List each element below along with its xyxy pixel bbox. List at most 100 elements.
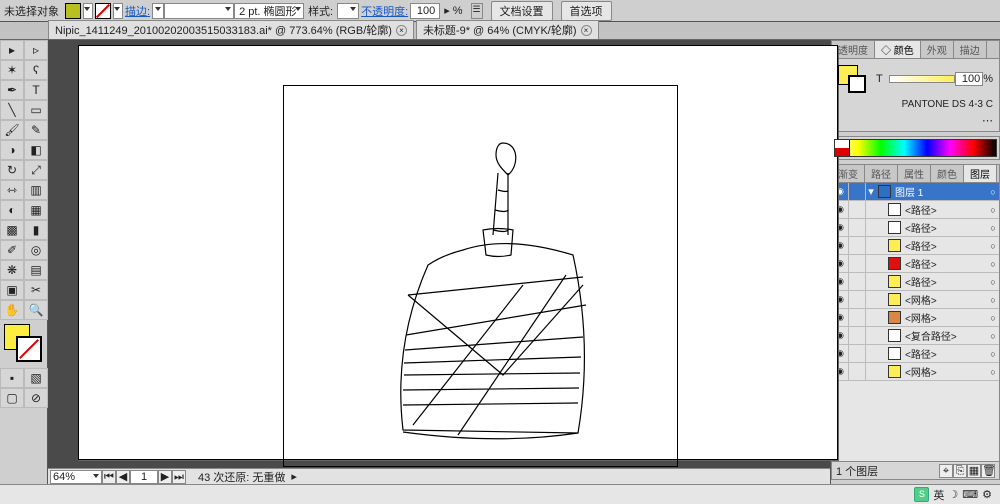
- lock-toggle[interactable]: [849, 273, 866, 290]
- lock-toggle[interactable]: [849, 219, 866, 236]
- fill-swatch[interactable]: [65, 3, 81, 19]
- pen-tool[interactable]: ✒: [0, 80, 24, 100]
- zoom-tool[interactable]: 🔍: [24, 300, 48, 320]
- fill-stroke-control[interactable]: [4, 324, 43, 366]
- close-icon[interactable]: ×: [581, 25, 592, 36]
- sogou-icon[interactable]: S: [914, 487, 929, 502]
- settings-icon[interactable]: ⚙: [982, 488, 992, 501]
- slice-tool[interactable]: ✂: [24, 280, 48, 300]
- target-icon[interactable]: ○: [987, 187, 999, 197]
- selection-tool[interactable]: ▸: [0, 40, 24, 60]
- layer-name[interactable]: <网格>: [903, 364, 987, 379]
- lock-toggle[interactable]: [849, 363, 866, 380]
- prev-artboard-button[interactable]: ◀: [116, 470, 130, 484]
- lock-toggle[interactable]: [849, 201, 866, 218]
- lock-toggle[interactable]: [849, 237, 866, 254]
- target-icon[interactable]: ○: [987, 313, 999, 323]
- layer-row[interactable]: ◉<网格>○: [832, 291, 999, 309]
- lock-toggle[interactable]: [849, 291, 866, 308]
- layer-row[interactable]: ◉▾图层 1○: [832, 183, 999, 201]
- eraser-tool[interactable]: ◧: [24, 140, 48, 160]
- locate-layer-button[interactable]: ⌖: [939, 464, 953, 478]
- layer-row[interactable]: ◉<网格>○: [832, 363, 999, 381]
- layer-name[interactable]: <路径>: [903, 256, 987, 271]
- layer-name[interactable]: <路径>: [903, 346, 987, 361]
- layer-row[interactable]: ◉<路径>○: [832, 201, 999, 219]
- close-icon[interactable]: ×: [396, 25, 407, 36]
- lock-toggle[interactable]: [849, 309, 866, 326]
- lasso-tool[interactable]: ʕ: [24, 60, 48, 80]
- color-mode[interactable]: ▪: [0, 368, 24, 388]
- delete-layer-button[interactable]: 🗑: [981, 464, 995, 478]
- tint-value[interactable]: 100: [955, 72, 983, 86]
- opacity-label-link[interactable]: 不透明度:: [361, 3, 408, 19]
- tab-attributes[interactable]: 属性: [898, 165, 931, 182]
- graph-tool[interactable]: ▤: [24, 260, 48, 280]
- document-tab[interactable]: Nipic_1411249_20100202003515033183.ai* @…: [48, 20, 414, 39]
- pencil-tool[interactable]: ✎: [24, 120, 48, 140]
- keyboard-icon[interactable]: ⌨: [962, 488, 978, 501]
- target-icon[interactable]: ○: [987, 223, 999, 233]
- layer-name[interactable]: <路径>: [903, 220, 987, 235]
- stroke-profile-dropdown[interactable]: 2 pt. 椭圆形: [234, 3, 304, 19]
- direct-selection-tool[interactable]: ▹: [24, 40, 48, 60]
- magic-wand-tool[interactable]: ✶: [0, 60, 24, 80]
- lock-toggle[interactable]: [849, 255, 866, 272]
- stroke-color[interactable]: [16, 336, 42, 362]
- zoom-select[interactable]: 64%: [50, 470, 102, 484]
- tab-swatches[interactable]: 颜色: [931, 165, 964, 182]
- tint-slider[interactable]: [889, 75, 955, 83]
- layer-name[interactable]: <网格>: [903, 292, 987, 307]
- artboard-tool[interactable]: ▣: [0, 280, 24, 300]
- preferences-button[interactable]: 首选项: [561, 1, 612, 21]
- layer-row[interactable]: ◉<路径>○: [832, 273, 999, 291]
- disclosure-icon[interactable]: ▾: [866, 185, 876, 198]
- tab-color[interactable]: ◇ 颜色: [875, 41, 921, 58]
- status-menu-arrow[interactable]: ▸: [291, 470, 297, 483]
- artboard-number[interactable]: 1: [130, 470, 158, 484]
- layer-name[interactable]: <路径>: [903, 202, 987, 217]
- stroke-dropdown[interactable]: [113, 3, 123, 19]
- blob-brush-tool[interactable]: ◑: [0, 140, 24, 160]
- line-tool[interactable]: ╲: [0, 100, 24, 120]
- align-icon[interactable]: ☰: [471, 3, 483, 19]
- new-sublayer-button[interactable]: ⎘: [953, 464, 967, 478]
- target-icon[interactable]: ○: [987, 331, 999, 341]
- rectangle-tool[interactable]: ▭: [24, 100, 48, 120]
- layer-row[interactable]: ◉<路径>○: [832, 237, 999, 255]
- none-mode[interactable]: ⊘: [24, 388, 48, 408]
- color-menu-icon[interactable]: ⋯: [982, 115, 993, 127]
- lock-toggle[interactable]: [849, 183, 866, 200]
- lock-toggle[interactable]: [849, 345, 866, 362]
- eyedropper-tool[interactable]: ✐: [0, 240, 24, 260]
- last-artboard-button[interactable]: ⏭: [172, 470, 186, 484]
- target-icon[interactable]: ○: [987, 295, 999, 305]
- width-tool[interactable]: ⇿: [0, 180, 24, 200]
- tab-stroke[interactable]: 描边: [954, 41, 987, 58]
- target-icon[interactable]: ○: [987, 277, 999, 287]
- tab-layers[interactable]: 图层: [964, 165, 997, 182]
- gradient-mode[interactable]: ▧: [24, 368, 48, 388]
- canvas-area[interactable]: 64% ⏮ ◀ 1 ▶ ⏭ 43 次还原: 无重做 ▸: [48, 40, 830, 484]
- tab-pathfinder[interactable]: 路径: [865, 165, 898, 182]
- new-layer-button[interactable]: ▦: [967, 464, 981, 478]
- next-artboard-button[interactable]: ▶: [158, 470, 172, 484]
- stroke-swatch[interactable]: [95, 3, 111, 19]
- target-icon[interactable]: ○: [987, 241, 999, 251]
- layer-name[interactable]: 图层 1: [893, 184, 987, 199]
- layer-row[interactable]: ◉<路径>○: [832, 345, 999, 363]
- target-icon[interactable]: ○: [987, 259, 999, 269]
- opacity-field[interactable]: 100: [410, 3, 440, 19]
- lock-toggle[interactable]: [849, 327, 866, 344]
- gradient-tool[interactable]: ▮: [24, 220, 48, 240]
- mesh-tool[interactable]: ▩: [0, 220, 24, 240]
- free-transform-tool[interactable]: ▥: [24, 180, 48, 200]
- rotate-tool[interactable]: ↻: [0, 160, 24, 180]
- symbol-sprayer-tool[interactable]: ❋: [0, 260, 24, 280]
- blend-tool[interactable]: ◎: [24, 240, 48, 260]
- layer-name[interactable]: <路径>: [903, 274, 987, 289]
- layer-row[interactable]: ◉<复合路径>○: [832, 327, 999, 345]
- document-tab[interactable]: 未标题-9* @ 64% (CMYK/轮廓)×: [416, 20, 599, 39]
- target-icon[interactable]: ○: [987, 349, 999, 359]
- first-artboard-button[interactable]: ⏮: [102, 470, 116, 484]
